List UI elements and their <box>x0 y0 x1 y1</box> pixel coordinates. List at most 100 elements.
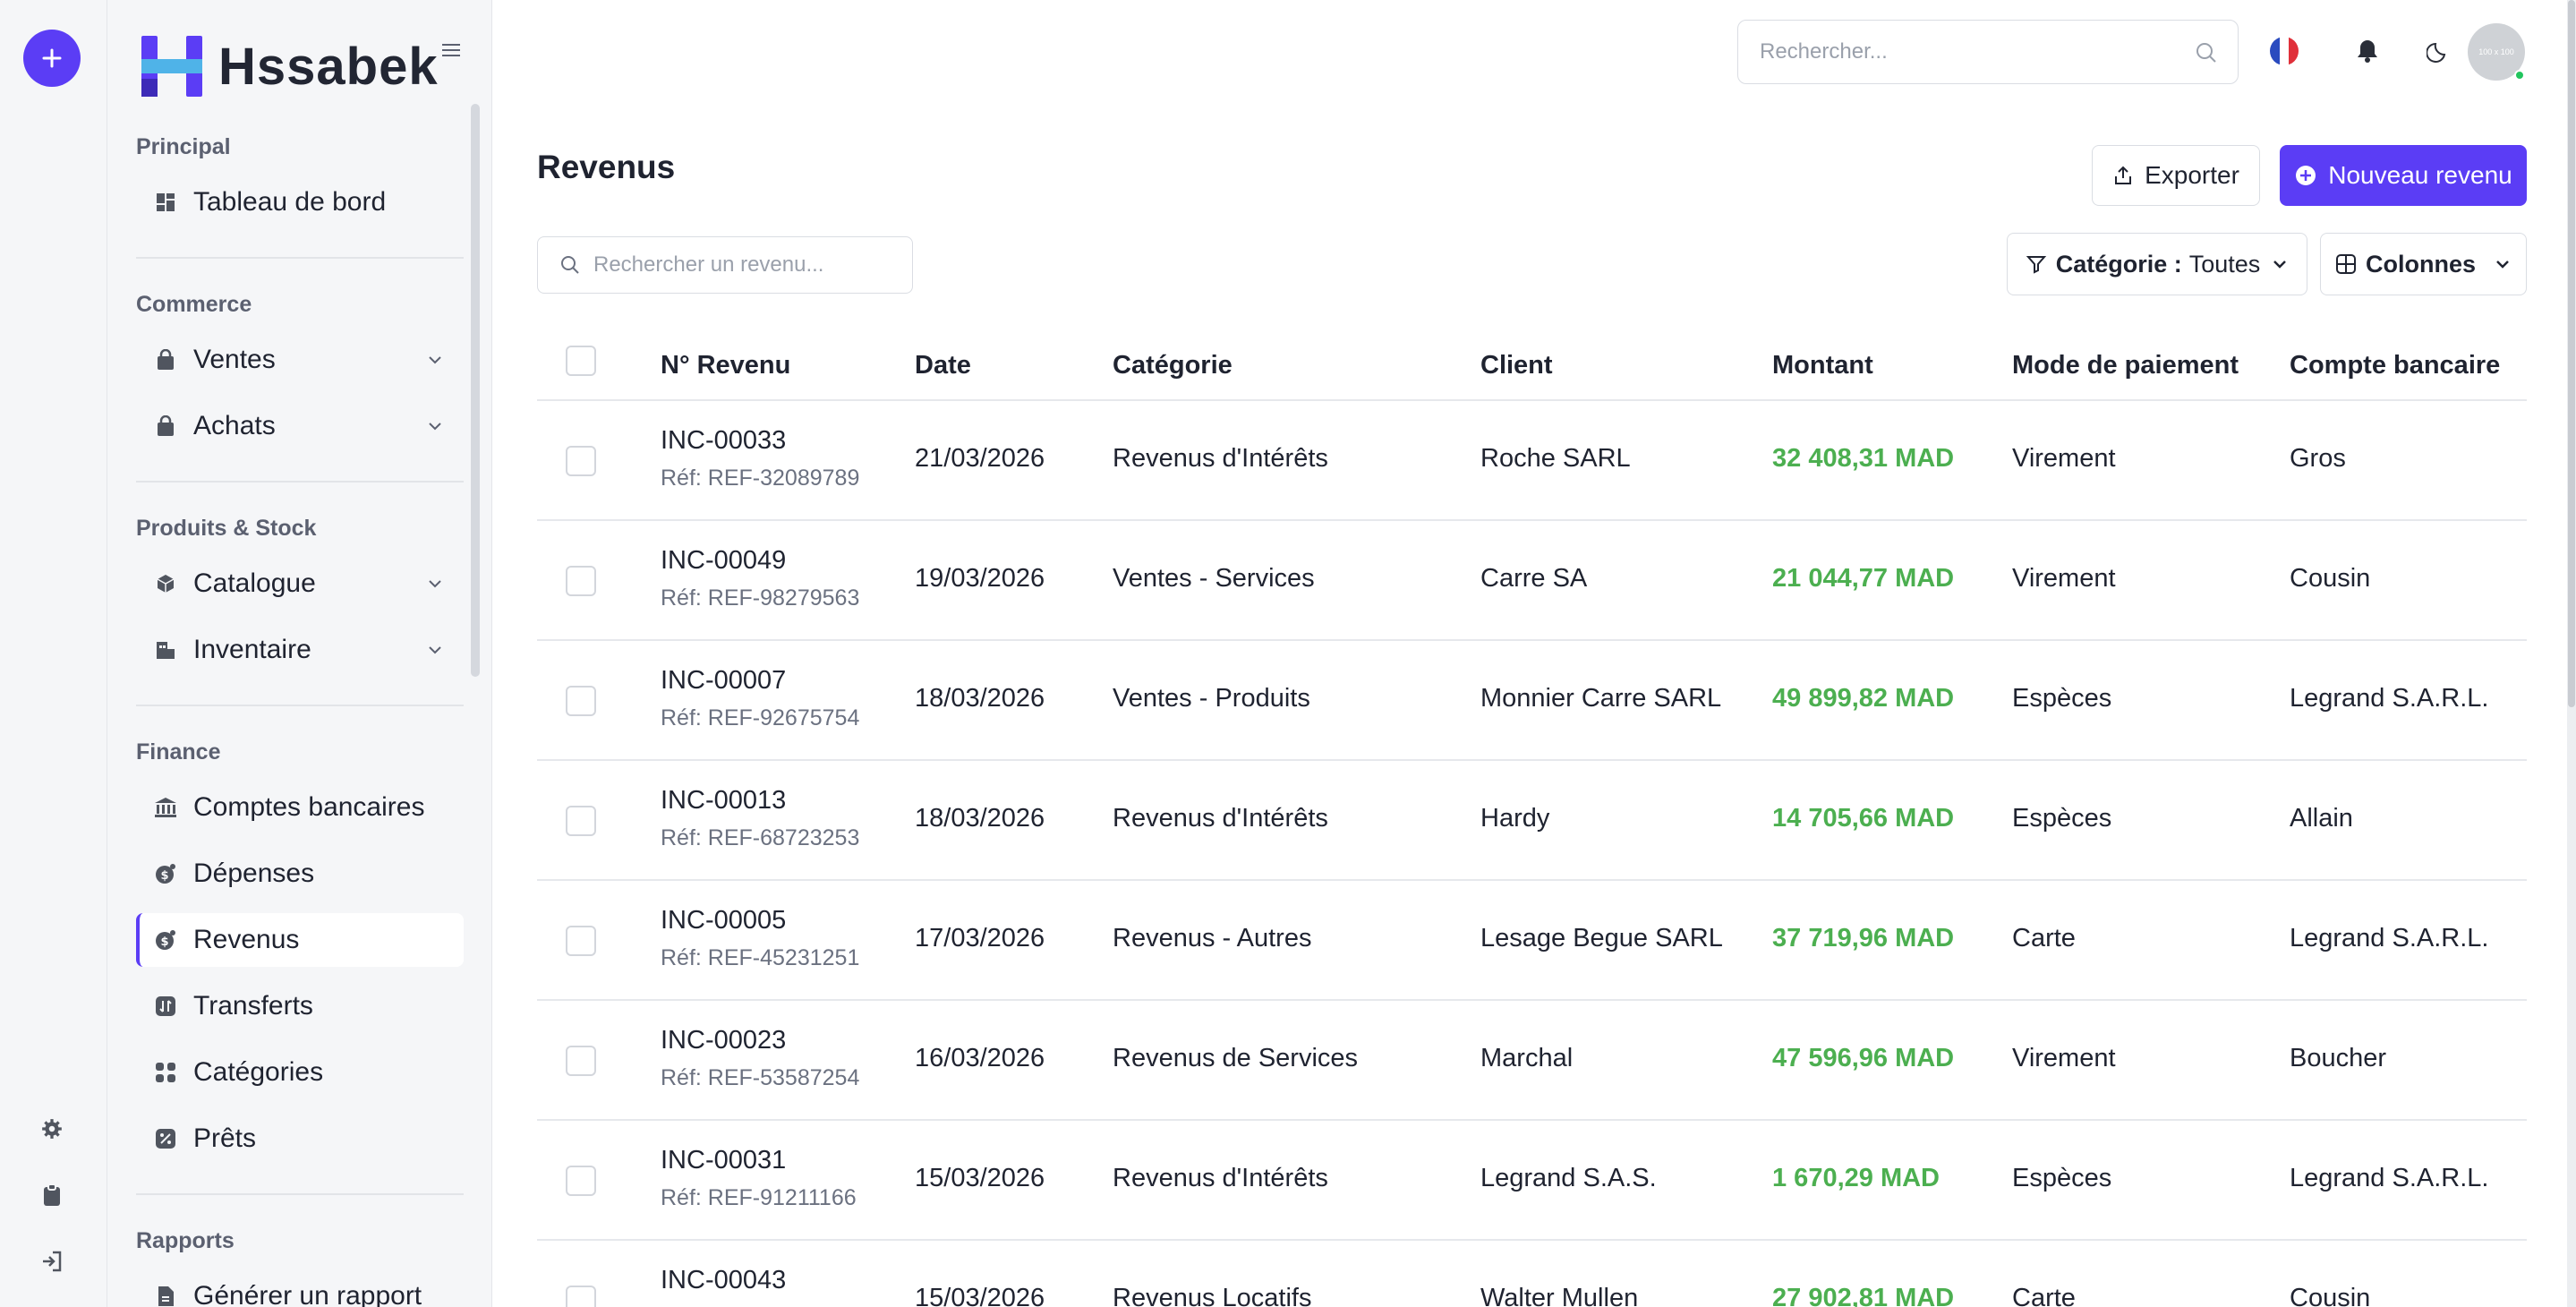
row-checkbox[interactable] <box>566 686 596 716</box>
revenue-date: 21/03/2026 <box>915 444 1045 473</box>
sidebar-item-revenus[interactable]: $ Revenus <box>136 913 464 967</box>
sidebar-item-catalogue[interactable]: Catalogue <box>136 557 464 611</box>
table-row[interactable]: INC-00013 Réf: REF-68723253 18/03/2026 R… <box>537 761 2527 881</box>
table-row[interactable]: INC-00049 Réf: REF-98279563 19/03/2026 V… <box>537 521 2527 641</box>
revenue-id-link[interactable]: INC-00031 <box>661 1146 786 1175</box>
menu-collapse-icon[interactable] <box>440 41 462 59</box>
revenue-date: 16/03/2026 <box>915 1044 1045 1072</box>
revenue-amount: 49 899,82 MAD <box>1772 684 1955 713</box>
sidebar-item-dashboard[interactable]: Tableau de bord <box>136 175 464 229</box>
sidebar-item-prets[interactable]: Prêts <box>136 1112 464 1166</box>
sidebar: Hssabek Principal Tableau de bord Commer… <box>107 0 492 1307</box>
global-search[interactable] <box>1737 20 2239 84</box>
revenue-id-link[interactable]: INC-00043 <box>661 1266 786 1295</box>
sidebar-item-ventes[interactable]: Ventes <box>136 333 464 387</box>
revenue-ref: Réf: REF-32089789 <box>661 466 860 491</box>
sidebar-item-label: Tableau de bord <box>193 187 387 217</box>
new-revenue-button[interactable]: Nouveau revenu <box>2280 145 2527 206</box>
revenue-client: Hardy <box>1480 804 1550 833</box>
category-filter-label: Catégorie : <box>2055 250 2182 278</box>
revenue-ref: Réf: REF-98279563 <box>661 585 860 611</box>
section-title-commerce: Commerce <box>136 292 252 317</box>
revenue-search-input[interactable] <box>593 252 898 278</box>
notifications-button[interactable] <box>2352 36 2383 66</box>
revenue-client: Roche SARL <box>1480 444 1631 473</box>
settings-button[interactable] <box>38 1115 65 1142</box>
revenue-id-link[interactable]: INC-00007 <box>661 666 786 696</box>
table-row[interactable]: INC-00031 Réf: REF-91211166 15/03/2026 R… <box>537 1121 2527 1241</box>
column-header-category[interactable]: Catégorie <box>1113 351 1233 380</box>
revenue-id-link[interactable]: INC-00049 <box>661 546 786 576</box>
logout-button[interactable] <box>38 1248 65 1275</box>
sidebar-item-label: Catégories <box>193 1057 324 1087</box>
revenue-amount: 1 670,29 MAD <box>1772 1164 1940 1192</box>
table-row[interactable]: INC-00007 Réf: REF-92675754 18/03/2026 V… <box>537 641 2527 761</box>
revenue-ref: Réf: REF-45231251 <box>661 945 860 970</box>
plus-circle-icon <box>2296 166 2316 185</box>
sidebar-scrollbar[interactable] <box>471 104 480 677</box>
row-checkbox[interactable] <box>566 806 596 836</box>
category-filter-dropdown[interactable]: Catégorie : Toutes <box>2007 233 2307 295</box>
sidebar-item-transferts[interactable]: Transferts <box>136 979 464 1033</box>
chevron-down-icon <box>429 423 441 431</box>
clipboard-button[interactable] <box>38 1182 65 1209</box>
select-all-checkbox[interactable] <box>566 346 596 376</box>
theme-toggle-button[interactable] <box>2424 36 2454 66</box>
chevron-down-icon <box>2273 261 2287 269</box>
gear-icon <box>42 1119 62 1139</box>
section-title-rapports: Rapports <box>136 1228 235 1253</box>
table-row[interactable]: INC-00043 15/03/2026 Revenus Locatifs Wa… <box>537 1241 2527 1307</box>
sidebar-item-label: Dépenses <box>193 859 315 888</box>
column-header-amount[interactable]: Montant <box>1772 351 1873 380</box>
table-row[interactable]: INC-00005 Réf: REF-45231251 17/03/2026 R… <box>537 881 2527 1001</box>
revenue-client: Lesage Begue SARL <box>1480 924 1723 952</box>
column-header-date[interactable]: Date <box>915 351 971 380</box>
coin-icon: $ <box>154 862 177 885</box>
revenue-bank-account: Legrand S.A.R.L. <box>2290 924 2489 952</box>
revenue-bank-account: Gros <box>2290 444 2346 473</box>
sidebar-item-generer-rapport[interactable]: Générer un rapport <box>136 1269 464 1307</box>
revenue-amount: 21 044,77 MAD <box>1772 564 1955 593</box>
sidebar-item-label: Comptes bancaires <box>193 792 425 822</box>
sidebar-item-depenses[interactable]: $ Dépenses <box>136 847 464 901</box>
export-button[interactable]: Exporter <box>2092 145 2260 206</box>
table-row[interactable]: INC-00033 Réf: REF-32089789 21/03/2026 R… <box>537 401 2527 521</box>
online-status-dot <box>2514 70 2525 81</box>
revenue-id-link[interactable]: INC-00013 <box>661 786 786 816</box>
sidebar-item-comptes-bancaires[interactable]: Comptes bancaires <box>136 781 464 834</box>
column-header-client[interactable]: Client <box>1480 351 1553 380</box>
coin-icon: $ <box>154 928 177 952</box>
revenue-category: Revenus d'Intérêts <box>1113 1164 1328 1192</box>
revenue-search[interactable] <box>537 236 913 294</box>
column-header-id[interactable]: N° Revenu <box>661 351 790 380</box>
row-checkbox[interactable] <box>566 566 596 596</box>
row-checkbox[interactable] <box>566 446 596 476</box>
row-checkbox[interactable] <box>566 1286 596 1307</box>
revenue-client: Walter Mullen <box>1480 1284 1639 1307</box>
page-title: Revenus <box>537 149 676 185</box>
row-checkbox[interactable] <box>566 1166 596 1196</box>
row-checkbox[interactable] <box>566 926 596 956</box>
revenue-id-link[interactable]: INC-00005 <box>661 906 786 935</box>
app-logo[interactable]: Hssabek <box>138 32 439 100</box>
clipboard-icon <box>44 1183 60 1206</box>
revenue-amount: 32 408,31 MAD <box>1772 444 1955 473</box>
page-scrollbar-thumb[interactable] <box>2568 0 2575 707</box>
column-header-payment-mode[interactable]: Mode de paiement <box>2012 351 2239 380</box>
sidebar-item-inventaire[interactable]: Inventaire <box>136 623 464 677</box>
revenue-bank-account: Allain <box>2290 804 2353 833</box>
revenue-id-link[interactable]: INC-00033 <box>661 426 786 456</box>
language-flag-icon[interactable] <box>2270 37 2299 65</box>
column-header-bank-account[interactable]: Compte bancaire <box>2290 351 2500 380</box>
quick-add-button[interactable] <box>23 30 81 87</box>
sidebar-item-achats[interactable]: Achats <box>136 399 464 453</box>
revenue-date: 17/03/2026 <box>915 924 1045 952</box>
table-row[interactable]: INC-00023 Réf: REF-53587254 16/03/2026 R… <box>537 1001 2527 1121</box>
chevron-down-icon <box>429 580 441 588</box>
row-checkbox[interactable] <box>566 1046 596 1076</box>
columns-dropdown[interactable]: Colonnes <box>2320 233 2527 295</box>
revenue-id-link[interactable]: INC-00023 <box>661 1026 786 1055</box>
global-search-input[interactable] <box>1760 39 2171 64</box>
svg-text:$: $ <box>160 935 168 949</box>
sidebar-item-categories[interactable]: Catégories <box>136 1046 464 1099</box>
